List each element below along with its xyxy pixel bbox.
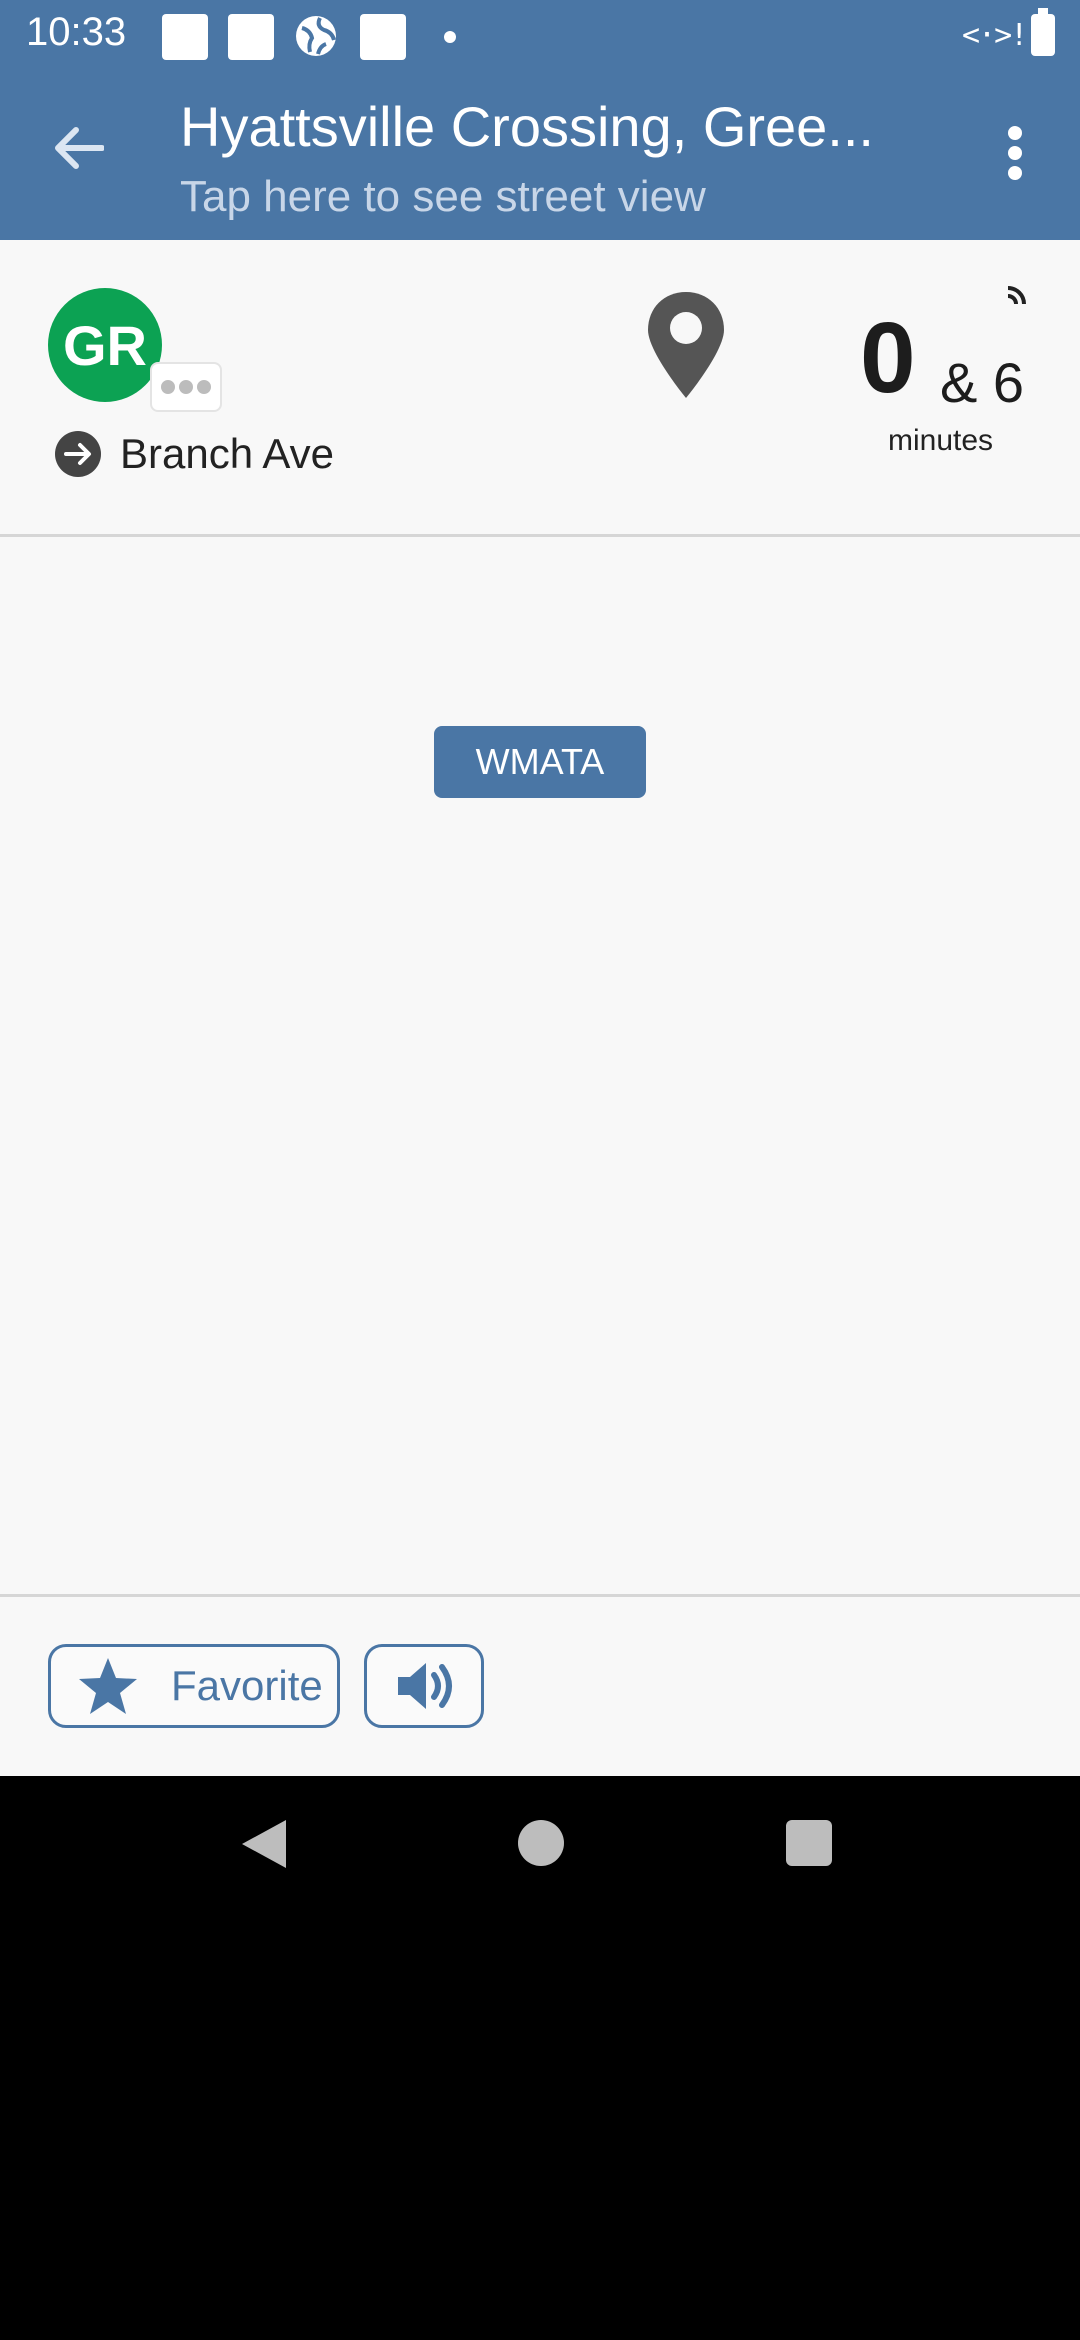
favorite-label: Favorite [171,1662,323,1709]
divider [0,1594,1080,1597]
page-title[interactable]: Hyattsville Crossing, Gree... [180,94,940,159]
status-time: 10:33 [26,10,127,54]
eta-next: & 6 [940,351,1025,414]
status-bar: 10:33 <·>! [0,0,1080,72]
agency-button[interactable]: WMATA [434,726,646,798]
battery-icon [1031,8,1055,56]
volume-icon [398,1663,452,1709]
arrow-left-icon[interactable] [52,126,104,170]
system-nav-bar [0,1776,1080,1916]
nav-home-icon[interactable] [518,1820,564,1866]
signal-icon: <·>! [962,18,1028,53]
favorite-button[interactable]: Favorite [48,1644,340,1728]
street-view-hint[interactable]: Tap here to see street view [180,172,706,222]
destination-label: Branch Ave [120,430,335,477]
nav-back-icon[interactable] [240,1818,288,1870]
train-icon [150,362,222,412]
nav-recent-icon[interactable] [786,1820,832,1866]
eta-unit: minutes [888,424,994,457]
direction-arrow-icon [55,431,101,477]
sound-button[interactable] [364,1644,484,1728]
dot-icon [444,31,456,43]
globe-icon [296,16,336,56]
arrival-row[interactable]: GR Branch Ave 0 & 6 minutes [0,240,1080,537]
eta-first: 0 [860,302,916,414]
star-icon [79,1658,137,1714]
notification-square-icon [228,14,274,60]
realtime-signal-icon [1007,286,1026,305]
app-bar: 10:33 <·>! Hyattsville Crossing, Gree...… [0,0,1080,240]
arrivals-content: GR Branch Ave 0 & 6 minutes WMATA Favori… [0,240,1080,1776]
route-badge: GR [48,288,162,402]
notification-square-icon [360,14,406,60]
map-pin-icon[interactable] [646,290,726,400]
notification-square-icon [162,14,208,60]
more-vert-icon[interactable] [1004,126,1026,186]
